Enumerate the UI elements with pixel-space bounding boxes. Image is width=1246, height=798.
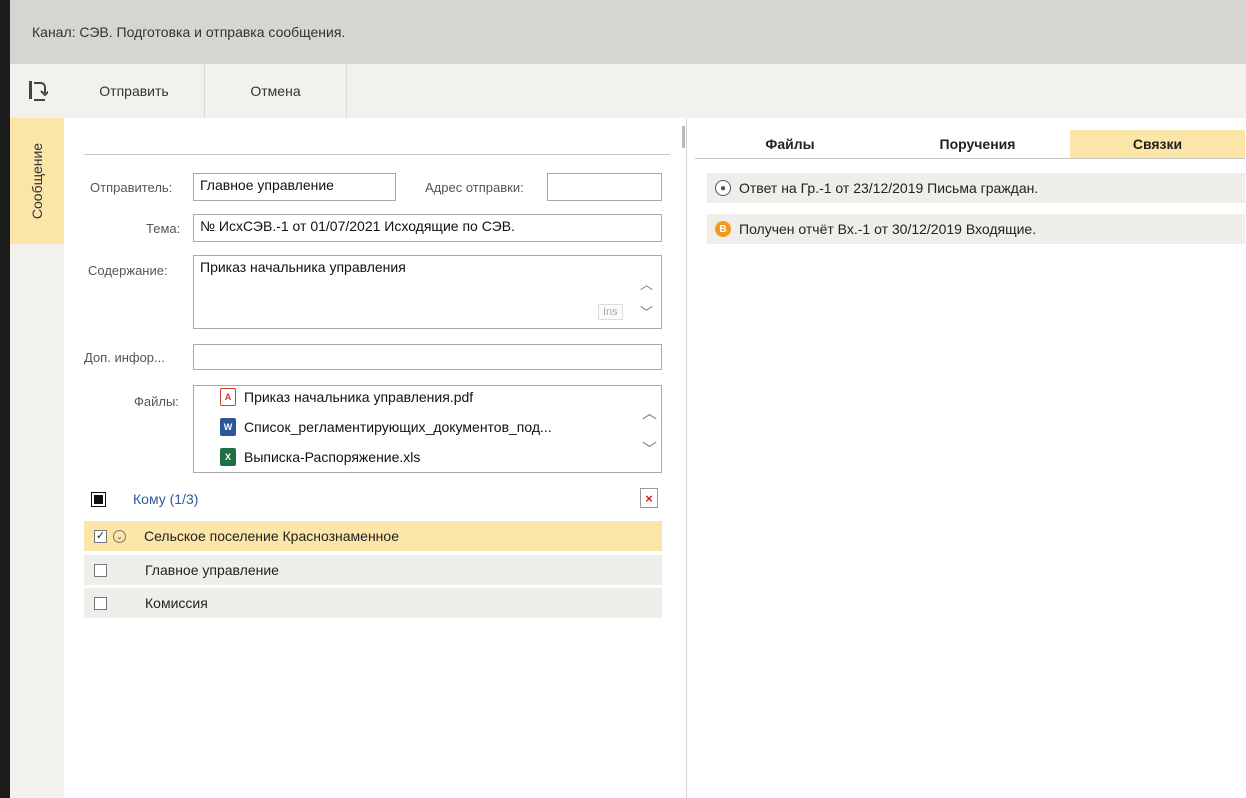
person-circle-icon: ● bbox=[715, 180, 731, 196]
files-scroll-up-icon[interactable]: ︿ bbox=[642, 402, 657, 423]
expand-chevron-icon[interactable]: ⌄ bbox=[113, 529, 126, 543]
content-scroll-up-icon[interactable]: ︿ bbox=[640, 274, 653, 293]
tab-message[interactable]: Сообщение bbox=[10, 118, 64, 244]
files-list[interactable]: A Приказ начальника управления.pdf W Спи… bbox=[193, 385, 662, 473]
content-text: Приказ начальника управления bbox=[200, 259, 406, 275]
side-tabs: Сообщение bbox=[10, 118, 64, 798]
file-item[interactable]: A Приказ начальника управления.pdf bbox=[220, 388, 473, 406]
recipient-name: Сельское поселение Краснознаменное bbox=[144, 528, 399, 544]
extra-info-field[interactable] bbox=[193, 344, 662, 370]
window-title: Канал: СЭВ. Подготовка и отправка сообще… bbox=[32, 24, 346, 40]
window-left-edge bbox=[0, 0, 10, 798]
delete-recipient-icon[interactable]: × bbox=[640, 488, 658, 508]
recipient-name: Главное управление bbox=[145, 562, 279, 578]
window-titlebar: Канал: СЭВ. Подготовка и отправка сообще… bbox=[10, 0, 1246, 64]
send-button[interactable]: Отправить bbox=[64, 64, 205, 118]
recipient-checkbox[interactable] bbox=[94, 596, 107, 610]
recipient-row[interactable]: Главное управление bbox=[84, 555, 662, 585]
recipient-checkbox[interactable] bbox=[94, 563, 107, 577]
recipients-header-label[interactable]: Кому (1/3) bbox=[133, 491, 198, 507]
tab-message-label: Сообщение bbox=[29, 142, 45, 220]
return-icon[interactable] bbox=[10, 64, 64, 118]
message-form: Отправитель: Главное управление Адрес от… bbox=[64, 118, 680, 798]
recipient-row[interactable]: ✓ ⌄ Сельское поселение Краснознаменное bbox=[84, 521, 662, 551]
files-label: Файлы: bbox=[134, 394, 179, 409]
file-item[interactable]: W Список_регламентирующих_документов_под… bbox=[220, 418, 552, 436]
address-label: Адрес отправки: bbox=[425, 180, 524, 195]
pdf-file-icon: A bbox=[220, 388, 236, 406]
form-divider bbox=[84, 154, 670, 155]
splitter-grip[interactable] bbox=[682, 126, 685, 148]
file-item[interactable]: X Выписка-Распоряжение.xls bbox=[220, 448, 420, 466]
file-name: Приказ начальника управления.pdf bbox=[244, 389, 474, 405]
panel-splitter[interactable] bbox=[680, 118, 687, 798]
tab-files[interactable]: Файлы bbox=[695, 130, 885, 158]
tab-links[interactable]: Связки bbox=[1070, 130, 1245, 158]
content-scroll-down-icon[interactable]: ﹀ bbox=[640, 302, 653, 321]
sender-label: Отправитель: bbox=[90, 180, 173, 195]
ins-badge: Ins bbox=[598, 304, 623, 320]
recipient-row[interactable]: Комиссия bbox=[84, 588, 662, 618]
extra-info-label: Доп. инфор... bbox=[84, 350, 165, 365]
recipient-checkbox[interactable]: ✓ bbox=[94, 529, 107, 543]
content-label: Содержание: bbox=[88, 263, 168, 278]
excel-file-icon: X bbox=[220, 448, 236, 466]
recipients-header: Кому (1/3) × bbox=[84, 484, 662, 514]
link-item[interactable]: ● Ответ на Гр.-1 от 23/12/2019 Письма гр… bbox=[707, 173, 1245, 203]
right-tabs: Файлы Поручения Связки bbox=[695, 130, 1245, 158]
recipient-name: Комиссия bbox=[145, 595, 208, 611]
sender-field[interactable]: Главное управление bbox=[193, 173, 396, 201]
toolbar: Отправить Отмена bbox=[10, 64, 1246, 118]
link-text: Получен отчёт Вх.-1 от 30/12/2019 Входящ… bbox=[739, 221, 1037, 237]
file-name: Выписка-Распоряжение.xls bbox=[244, 449, 421, 465]
subject-field[interactable]: № ИсхСЭВ.-1 от 01/07/2021 Исходящие по С… bbox=[193, 214, 662, 242]
files-scroll-down-icon[interactable]: ﹀ bbox=[642, 438, 657, 459]
file-name: Список_регламентирующих_документов_под..… bbox=[244, 419, 552, 435]
right-panel: Файлы Поручения Связки ● Ответ на Гр.-1 … bbox=[687, 118, 1246, 798]
link-text: Ответ на Гр.-1 от 23/12/2019 Письма граж… bbox=[739, 180, 1039, 196]
right-tabs-divider bbox=[695, 158, 1245, 159]
content-field[interactable]: Приказ начальника управления bbox=[193, 255, 662, 329]
select-all-checkbox[interactable] bbox=[91, 491, 106, 507]
subject-label: Тема: bbox=[146, 221, 181, 236]
orange-b-circle-icon: B bbox=[715, 221, 731, 237]
tab-assignments[interactable]: Поручения bbox=[885, 130, 1070, 158]
link-item[interactable]: B Получен отчёт Вх.-1 от 30/12/2019 Вход… bbox=[707, 214, 1245, 244]
cancel-button[interactable]: Отмена bbox=[205, 64, 347, 118]
word-file-icon: W bbox=[220, 418, 236, 436]
address-field[interactable] bbox=[547, 173, 662, 201]
